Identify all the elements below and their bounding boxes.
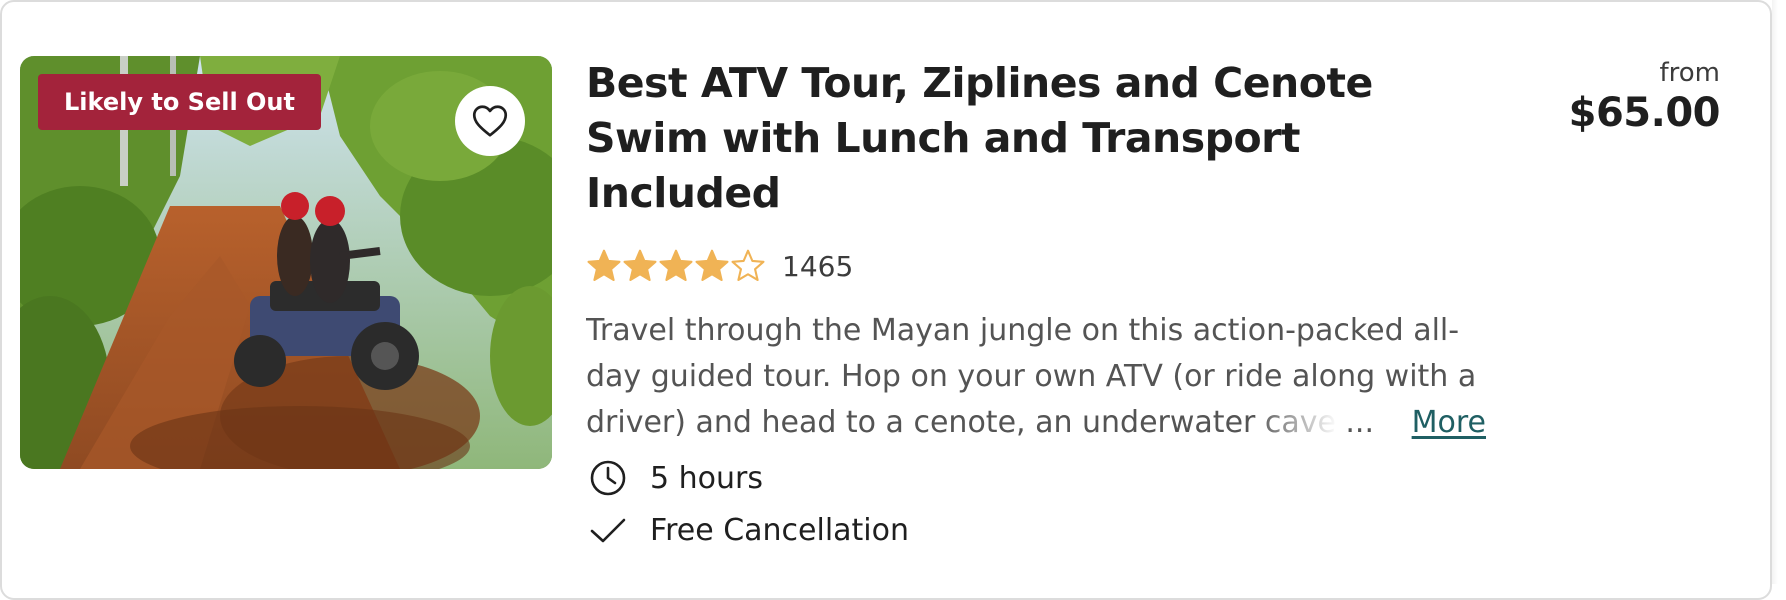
clock-icon — [590, 460, 626, 496]
likely-to-sell-out-badge: Likely to Sell Out — [38, 74, 321, 130]
more-link[interactable]: More — [1403, 400, 1486, 446]
free-cancellation-row: Free Cancellation — [586, 508, 909, 552]
star-filled-icon — [587, 249, 621, 281]
review-count: 1465 — [782, 249, 854, 283]
tour-photo[interactable]: Likely to Sell Out — [20, 56, 552, 469]
free-cancellation-label: Free Cancellation — [650, 512, 910, 548]
star-empty-icon — [731, 249, 765, 281]
wishlist-button[interactable] — [455, 86, 525, 156]
star-filled-icon — [623, 249, 657, 281]
star-filled-icon — [659, 249, 693, 281]
description-ellipsis: ... — [1339, 400, 1374, 446]
star-filled-icon — [695, 249, 729, 281]
duration-row: 5 hours — [586, 456, 763, 500]
price-prefix: from — [1659, 58, 1720, 88]
checkmark-icon — [590, 518, 626, 543]
duration-label: 5 hours — [650, 460, 763, 496]
heart-outline-icon — [472, 105, 508, 137]
rating-row: 1465 — [586, 246, 853, 286]
tour-title[interactable]: Best ATV Tour, Ziplines and Cenote Swim … — [586, 56, 1406, 221]
tour-description: Travel through the Mayan jungle on this … — [586, 308, 1486, 446]
price-amount: $65.00 — [1568, 90, 1721, 136]
star-rating — [586, 248, 766, 284]
card-edge-shadow — [1772, 0, 1778, 584]
